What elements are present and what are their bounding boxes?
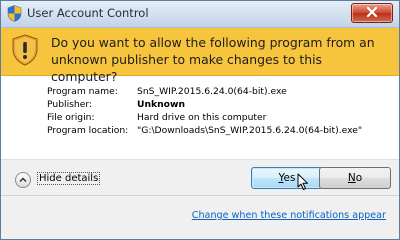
uac-shield-icon (7, 5, 22, 22)
chevron-up-icon (19, 177, 27, 183)
footer-divider (1, 195, 399, 196)
close-button[interactable] (351, 3, 393, 23)
detail-row-program-name: Program name: SnS_WIP.2015.6.24.0(64-bit)… (47, 85, 387, 98)
hide-details-link[interactable]: Hide details (37, 172, 101, 185)
detail-row-program-location: Program location: "G:\Downloads\SnS_WIP.2… (47, 124, 387, 137)
warning-shield-icon (12, 34, 38, 66)
dialog-footer: Hide details Yes No Change when these no… (1, 159, 399, 239)
program-details: Program name: SnS_WIP.2015.6.24.0(64-bit)… (47, 85, 387, 137)
yes-label-rest: es (283, 172, 296, 184)
detail-value: Hard drive on this computer (137, 112, 267, 123)
prompt-banner: Do you want to allow the following progr… (1, 28, 399, 84)
hide-details-toggle[interactable] (15, 172, 31, 188)
title-bar: User Account Control (1, 1, 399, 28)
yes-button[interactable]: Yes (251, 167, 323, 189)
detail-label: File origin: (47, 112, 95, 123)
prompt-question: Do you want to allow the following progr… (51, 35, 375, 84)
detail-row-publisher: Publisher: Unknown (47, 98, 387, 111)
detail-value: SnS_WIP.2015.6.24.0(64-bit).exe (137, 86, 287, 97)
detail-label: Publisher: (47, 99, 93, 110)
window-title: User Account Control (27, 6, 149, 20)
detail-label: Program name: (47, 86, 118, 97)
detail-row-file-origin: File origin: Hard drive on this computer (47, 111, 387, 124)
detail-label: Program location: (47, 125, 129, 136)
detail-value: "G:\Downloads\SnS_WIP.2015.6.24.0(64-bit… (137, 125, 363, 136)
uac-dialog: User Account Control Do you want to allo… (0, 0, 400, 240)
no-label-rest: o (355, 172, 363, 184)
detail-value: Unknown (137, 99, 185, 110)
no-button[interactable]: No (319, 167, 391, 189)
no-mnemonic: N (347, 172, 356, 184)
change-notifications-link[interactable]: Change when these notifications appear (192, 210, 386, 221)
close-icon (366, 7, 378, 17)
